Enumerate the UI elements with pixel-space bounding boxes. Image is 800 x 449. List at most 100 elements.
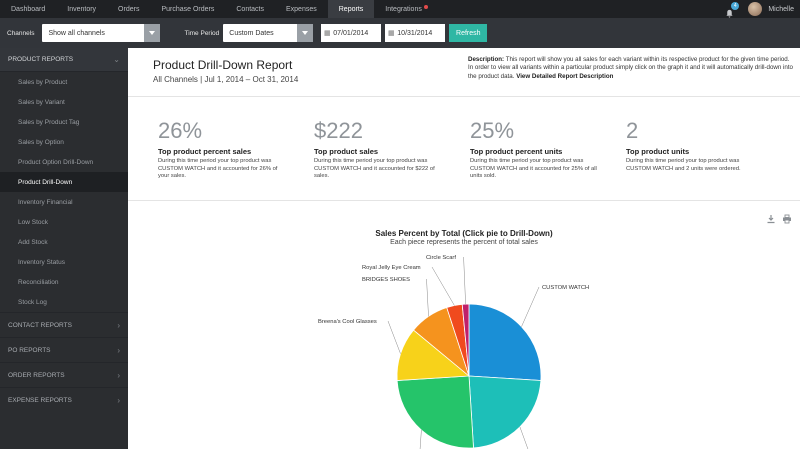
- end-date-input[interactable]: ▦ 10/31/2014: [385, 24, 446, 42]
- section-label: EXPENSE REPORTS: [8, 396, 72, 404]
- kpi-text: During this time period your top product…: [314, 158, 435, 180]
- user-area: 4 Michelle: [725, 0, 800, 18]
- slice-connector: [521, 286, 540, 327]
- chevron-right-icon: ›: [117, 345, 120, 355]
- tab-label: Inventory: [67, 5, 97, 13]
- sidebar-item-product-option-drill-down[interactable]: Product Option Drill-Down: [0, 152, 128, 172]
- print-icon[interactable]: [782, 211, 792, 229]
- sidebar-section-expense-reports[interactable]: EXPENSE REPORTS ›: [0, 387, 128, 412]
- chart-title: Sales Percent by Total (Click pie to Dri…: [375, 229, 553, 238]
- sidebar-section-product-reports[interactable]: PRODUCT REPORTS ⌄: [0, 48, 128, 72]
- start-date-value: 07/01/2014: [333, 29, 369, 37]
- sidebar-item-low-stock[interactable]: Low Stock: [0, 212, 128, 232]
- slice-label: Breena's Cool Glasses: [318, 319, 377, 325]
- period-select[interactable]: Custom Dates: [223, 24, 314, 42]
- top-nav: Dashboard Inventory Orders Purchase Orde…: [0, 0, 800, 18]
- end-date-value: 10/31/2014: [397, 29, 433, 37]
- kpi-text: During this time period your top product…: [626, 158, 741, 172]
- section-label: CONTACT REPORTS: [8, 321, 72, 329]
- chevron-right-icon: ›: [117, 395, 120, 405]
- avatar[interactable]: [748, 2, 763, 16]
- download-icon[interactable]: [766, 211, 776, 229]
- sidebar-item-stock-log[interactable]: Stock Log: [0, 292, 128, 312]
- tab-label: Orders: [118, 5, 140, 13]
- tab-orders[interactable]: Orders: [107, 0, 150, 18]
- chevron-right-icon: ›: [117, 320, 120, 330]
- channels-value: Show all channels: [48, 29, 105, 37]
- slice-connector: [419, 429, 422, 449]
- slice-label: CUSTOM WATCH: [542, 285, 589, 291]
- sidebar-item-inventory-financial[interactable]: Inventory Financial: [0, 192, 128, 212]
- channels-label: Channels: [7, 29, 35, 37]
- sidebar-section-order-reports[interactable]: ORDER REPORTS ›: [0, 362, 128, 387]
- kpi-text: During this time period your top product…: [470, 158, 597, 180]
- slice-connector: [519, 426, 529, 449]
- slice-connector: [463, 256, 466, 305]
- sidebar-item-sales-by-variant[interactable]: Sales by Variant: [0, 92, 128, 112]
- report-subtitle: All Channels | Jul 1, 2014 – Oct 31, 201…: [153, 75, 299, 84]
- bell-icon[interactable]: 4: [725, 1, 740, 18]
- sidebar-sections: CONTACT REPORTS › PO REPORTS › ORDER REPORTS…: [0, 312, 128, 412]
- username[interactable]: Michelle: [768, 6, 794, 13]
- chevron-down-icon: [144, 24, 161, 42]
- tab-inventory[interactable]: Inventory: [56, 0, 107, 18]
- chart-subtitle: Each piece represents the percent of tot…: [390, 239, 538, 246]
- section-label: PO REPORTS: [8, 346, 51, 354]
- kpi-label: Top product units: [626, 147, 690, 156]
- chart-area: CUSTOM WATCHUSA One Piece BathingsuitBoi…: [128, 203, 800, 449]
- divider: [128, 200, 800, 201]
- description-link[interactable]: View Detailed Report Description: [516, 73, 613, 80]
- sidebar-section-contact-reports[interactable]: CONTACT REPORTS ›: [0, 312, 128, 337]
- kpi-sales: $222 Top product sales During this time …: [314, 118, 464, 181]
- sidebar-item-sales-by-product-tag[interactable]: Sales by Product Tag: [0, 112, 128, 132]
- pie-slice[interactable]: [468, 375, 542, 449]
- tab-expenses[interactable]: Expenses: [275, 0, 328, 18]
- chart-tools: [766, 211, 792, 229]
- filter-bar: Channels Show all channels Time Period C…: [0, 18, 800, 48]
- kpi-percent-units: 25% Top product percent units During thi…: [470, 118, 620, 181]
- sidebar-item-reconciliation[interactable]: Reconciliation: [0, 272, 128, 292]
- slice-connector: [387, 320, 401, 354]
- kpi-units: 2 Top product units During this time per…: [626, 118, 776, 173]
- sidebar-items: Sales by Product Sales by Variant Sales by…: [0, 72, 128, 312]
- divider: [128, 96, 800, 97]
- calendar-icon: ▦: [387, 30, 395, 37]
- sidebar-section-po-reports[interactable]: PO REPORTS ›: [0, 337, 128, 362]
- period-label: Time Period: [184, 29, 220, 37]
- start-date-input[interactable]: ▦ 07/01/2014: [321, 24, 382, 42]
- tab-label: Dashboard: [11, 5, 46, 13]
- sidebar-item-inventory-status[interactable]: Inventory Status: [0, 252, 128, 272]
- pie-slice[interactable]: [468, 303, 542, 381]
- section-label: ORDER REPORTS: [8, 371, 65, 379]
- pie-slice[interactable]: [396, 375, 474, 449]
- tab-contacts[interactable]: Contacts: [225, 0, 275, 18]
- sidebar-item-product-drill-down[interactable]: Product Drill-Down: [0, 172, 128, 192]
- tab-reports[interactable]: Reports: [327, 0, 375, 18]
- alert-dot: [423, 5, 428, 9]
- tab-dashboard[interactable]: Dashboard: [0, 0, 56, 18]
- report-description: Description: This report will show you a…: [468, 56, 794, 81]
- tab-label: Integrations: [385, 5, 422, 13]
- chevron-down-icon: ⌄: [113, 55, 120, 64]
- tab-label: Contacts: [236, 5, 264, 13]
- refresh-button[interactable]: Refresh: [449, 24, 488, 42]
- section-label: PRODUCT REPORTS: [8, 56, 74, 63]
- sidebar-item-sales-by-product[interactable]: Sales by Product: [0, 72, 128, 92]
- chevron-down-icon: [297, 24, 314, 42]
- tab-purchase-orders[interactable]: Purchase Orders: [150, 0, 225, 18]
- sidebar-item-add-stock[interactable]: Add Stock: [0, 232, 128, 252]
- kpi-value: 2: [626, 118, 639, 143]
- tab-integrations[interactable]: Integrations: [374, 0, 439, 18]
- description-label: Description:: [468, 56, 505, 63]
- kpi-label: Top product percent units: [470, 147, 563, 156]
- kpi-text: During this time period your top product…: [158, 158, 278, 180]
- kpi-label: Top product sales: [314, 147, 379, 156]
- sidebar-item-sales-by-option[interactable]: Sales by Option: [0, 132, 128, 152]
- sidebar: PRODUCT REPORTS ⌄ Sales by Product Sales …: [0, 48, 128, 449]
- page-title: Product Drill-Down Report: [153, 58, 293, 72]
- notification-badge: 4: [731, 1, 740, 10]
- chevron-right-icon: ›: [117, 370, 120, 380]
- channels-select[interactable]: Show all channels: [42, 24, 161, 42]
- slice-connector: [426, 278, 429, 317]
- calendar-icon: ▦: [323, 30, 331, 37]
